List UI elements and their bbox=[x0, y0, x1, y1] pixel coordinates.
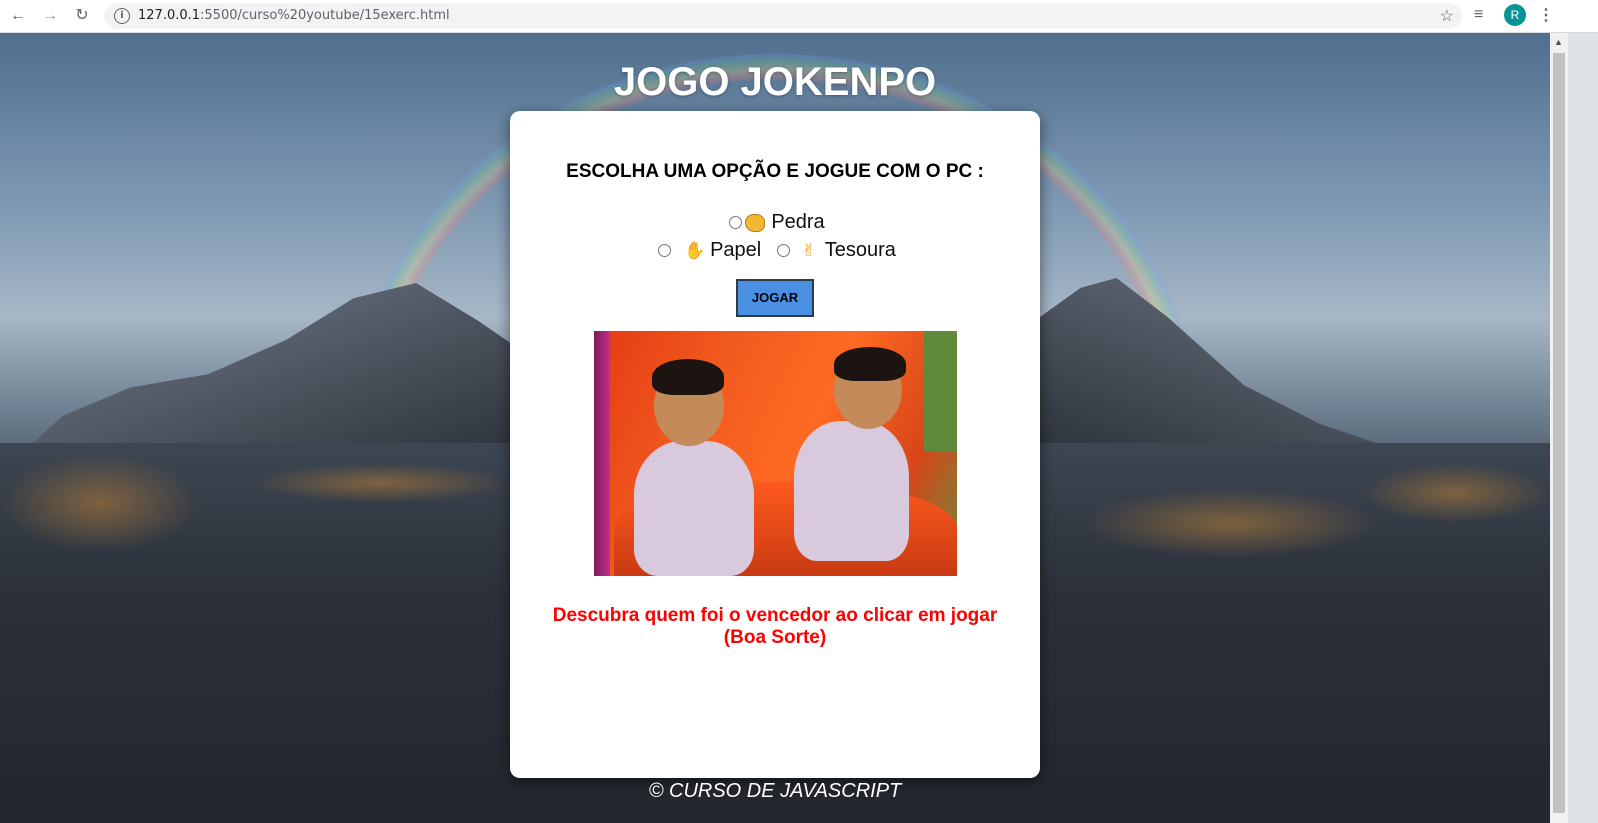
image-foliage bbox=[924, 331, 957, 451]
url-text[interactable]: 127.0.0.1:5500/curso%20youtube/15exerc.h… bbox=[138, 8, 450, 23]
browser-toolbar: ← → ↻ i 127.0.0.1:5500/curso%20youtube/1… bbox=[0, 0, 1598, 33]
option-pedra-label: Pedra bbox=[771, 211, 825, 233]
option-tesoura-label: Tesoura bbox=[824, 239, 896, 261]
radio-tesoura[interactable] bbox=[776, 244, 790, 257]
star-icon[interactable]: ☆ bbox=[1440, 6, 1454, 26]
vertical-scrollbar[interactable]: ▲ bbox=[1550, 33, 1568, 823]
options-group: Pedra ✋ Papel ✌ Tesoura bbox=[510, 209, 1040, 265]
radio-pedra[interactable] bbox=[729, 216, 743, 229]
menu-icon[interactable]: ⋮ bbox=[1538, 5, 1554, 25]
page-title: JOGO JOKENPO bbox=[613, 60, 937, 104]
footer-text: © CURSO DE JAVASCRIPT bbox=[648, 780, 902, 802]
address-bar[interactable]: i 127.0.0.1:5500/curso%20youtube/15exerc… bbox=[104, 3, 1462, 29]
background-grass bbox=[250, 463, 510, 503]
background-grass bbox=[0, 453, 200, 553]
avatar[interactable]: R bbox=[1504, 4, 1526, 26]
background-grass bbox=[1360, 463, 1550, 523]
instruction-text: ESCOLHA UMA OPÇÃO E JOGUE COM O PC : bbox=[566, 161, 984, 182]
image-pole bbox=[594, 331, 610, 576]
reload-icon[interactable]: ↻ bbox=[72, 6, 92, 26]
option-pedra[interactable]: Pedra bbox=[725, 209, 825, 236]
back-icon[interactable]: ← bbox=[8, 6, 28, 26]
option-tesoura[interactable]: ✌ Tesoura bbox=[767, 237, 896, 264]
victory-hand-emoji-icon: ✌ bbox=[801, 240, 816, 261]
play-button[interactable]: JOGAR bbox=[736, 279, 814, 317]
result-line-2: (Boa Sorte) bbox=[723, 627, 827, 648]
media-control-icon[interactable]: ≡ bbox=[1474, 6, 1483, 24]
option-papel-label: Papel bbox=[710, 239, 762, 261]
radio-papel[interactable] bbox=[658, 244, 672, 257]
image-kid-left bbox=[634, 441, 754, 576]
image-kid-left-hair bbox=[652, 359, 724, 395]
scroll-up-icon[interactable]: ▲ bbox=[1554, 37, 1563, 47]
fist-emoji-icon bbox=[745, 213, 766, 232]
scrollbar-thumb[interactable] bbox=[1553, 53, 1565, 813]
game-card: ESCOLHA UMA OPÇÃO E JOGUE COM O PC : Ped… bbox=[510, 111, 1040, 778]
image-kid-right bbox=[794, 421, 909, 561]
raised-hand-emoji-icon: ✋ bbox=[684, 240, 706, 261]
background-grass bbox=[1080, 488, 1380, 558]
forward-icon[interactable]: → bbox=[40, 6, 60, 26]
kids-playing-image bbox=[594, 331, 957, 576]
image-kid-right-hair bbox=[834, 347, 906, 381]
info-icon[interactable]: i bbox=[114, 8, 130, 24]
option-papel[interactable]: ✋ Papel bbox=[654, 237, 761, 264]
result-message: Descubra quem foi o vencedor ao clicar e… bbox=[510, 605, 1040, 649]
result-line-1: Descubra quem foi o vencedor ao clicar e… bbox=[552, 605, 998, 626]
